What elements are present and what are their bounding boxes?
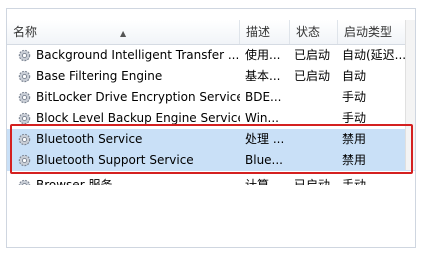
service-status: 已启动 — [294, 69, 331, 83]
service-gear-icon — [18, 179, 31, 185]
service-description: BDE... — [245, 90, 282, 104]
service-description: Win... — [245, 111, 279, 125]
service-name: Block Level Backup Engine Service — [36, 111, 240, 125]
table-row[interactable]: Background Intelligent Transfer ... 使用..… — [7, 45, 415, 66]
service-status — [294, 150, 338, 171]
service-startup-type: 自动(延迟... — [342, 48, 407, 62]
service-name: Background Intelligent Transfer ... — [36, 48, 240, 62]
service-status — [294, 108, 338, 129]
service-startup-type: 禁用 — [342, 132, 367, 146]
service-description: Blue... — [245, 153, 283, 167]
service-description: 计算... — [245, 178, 281, 185]
service-description: 使用... — [245, 48, 281, 62]
service-status — [294, 87, 338, 108]
table-row[interactable]: Browser 服务 计算... 已启动 手动 — [7, 175, 415, 185]
service-status — [294, 129, 338, 150]
service-startup-type: 手动 — [342, 111, 367, 125]
table-row[interactable]: Block Level Backup Engine Service Win...… — [7, 108, 415, 129]
vertical-scrollbar[interactable] — [405, 20, 415, 170]
column-header-description[interactable]: 描述 — [240, 20, 290, 44]
service-name: Bluetooth Support Service — [36, 153, 194, 167]
table-row-selected[interactable]: Bluetooth Support Service Blue... 禁用 — [7, 150, 415, 171]
service-status: 已启动 — [294, 48, 331, 62]
service-gear-icon — [18, 70, 31, 83]
service-gear-icon — [18, 49, 31, 62]
service-gear-icon — [18, 91, 31, 104]
service-gear-icon — [18, 112, 31, 125]
column-header-description-label: 描述 — [246, 25, 271, 39]
service-gear-icon — [18, 154, 31, 167]
column-header-name-label: 名称 — [13, 25, 38, 39]
service-description: 处理 ... — [245, 132, 285, 146]
column-header-status-label: 状态 — [296, 25, 321, 39]
service-name: Browser 服务 — [36, 178, 113, 185]
service-description: 基本... — [245, 69, 281, 83]
column-header-name[interactable]: 名称 ▲ — [7, 20, 240, 44]
service-gear-icon — [18, 133, 31, 146]
column-header-status[interactable]: 状态 — [290, 20, 338, 44]
table-row-selected[interactable]: Bluetooth Service 处理 ... 禁用 — [7, 129, 415, 150]
service-startup-type: 自动 — [342, 69, 367, 83]
service-name: Base Filtering Engine — [36, 69, 163, 83]
column-header-startup-type-label: 启动类型 — [344, 25, 393, 39]
table-row[interactable]: BitLocker Drive Encryption Service BDE..… — [7, 87, 415, 108]
sort-ascending-icon: ▲ — [120, 29, 127, 38]
service-name: BitLocker Drive Encryption Service — [36, 90, 240, 104]
service-startup-type: 手动 — [342, 90, 367, 104]
table-row[interactable]: Base Filtering Engine 基本... 已启动 自动 — [7, 66, 415, 87]
service-startup-type: 手动 — [342, 178, 367, 185]
service-name: Bluetooth Service — [36, 132, 143, 146]
service-startup-type: 禁用 — [342, 153, 367, 167]
column-header-startup-type[interactable]: 启动类型 — [338, 20, 408, 44]
services-list-panel: 名称 ▲ 描述 状态 启动类型 Background Intelligent T… — [6, 8, 416, 248]
column-header-bar: 名称 ▲ 描述 状态 启动类型 — [7, 20, 415, 45]
service-status: 已启动 — [294, 178, 331, 185]
